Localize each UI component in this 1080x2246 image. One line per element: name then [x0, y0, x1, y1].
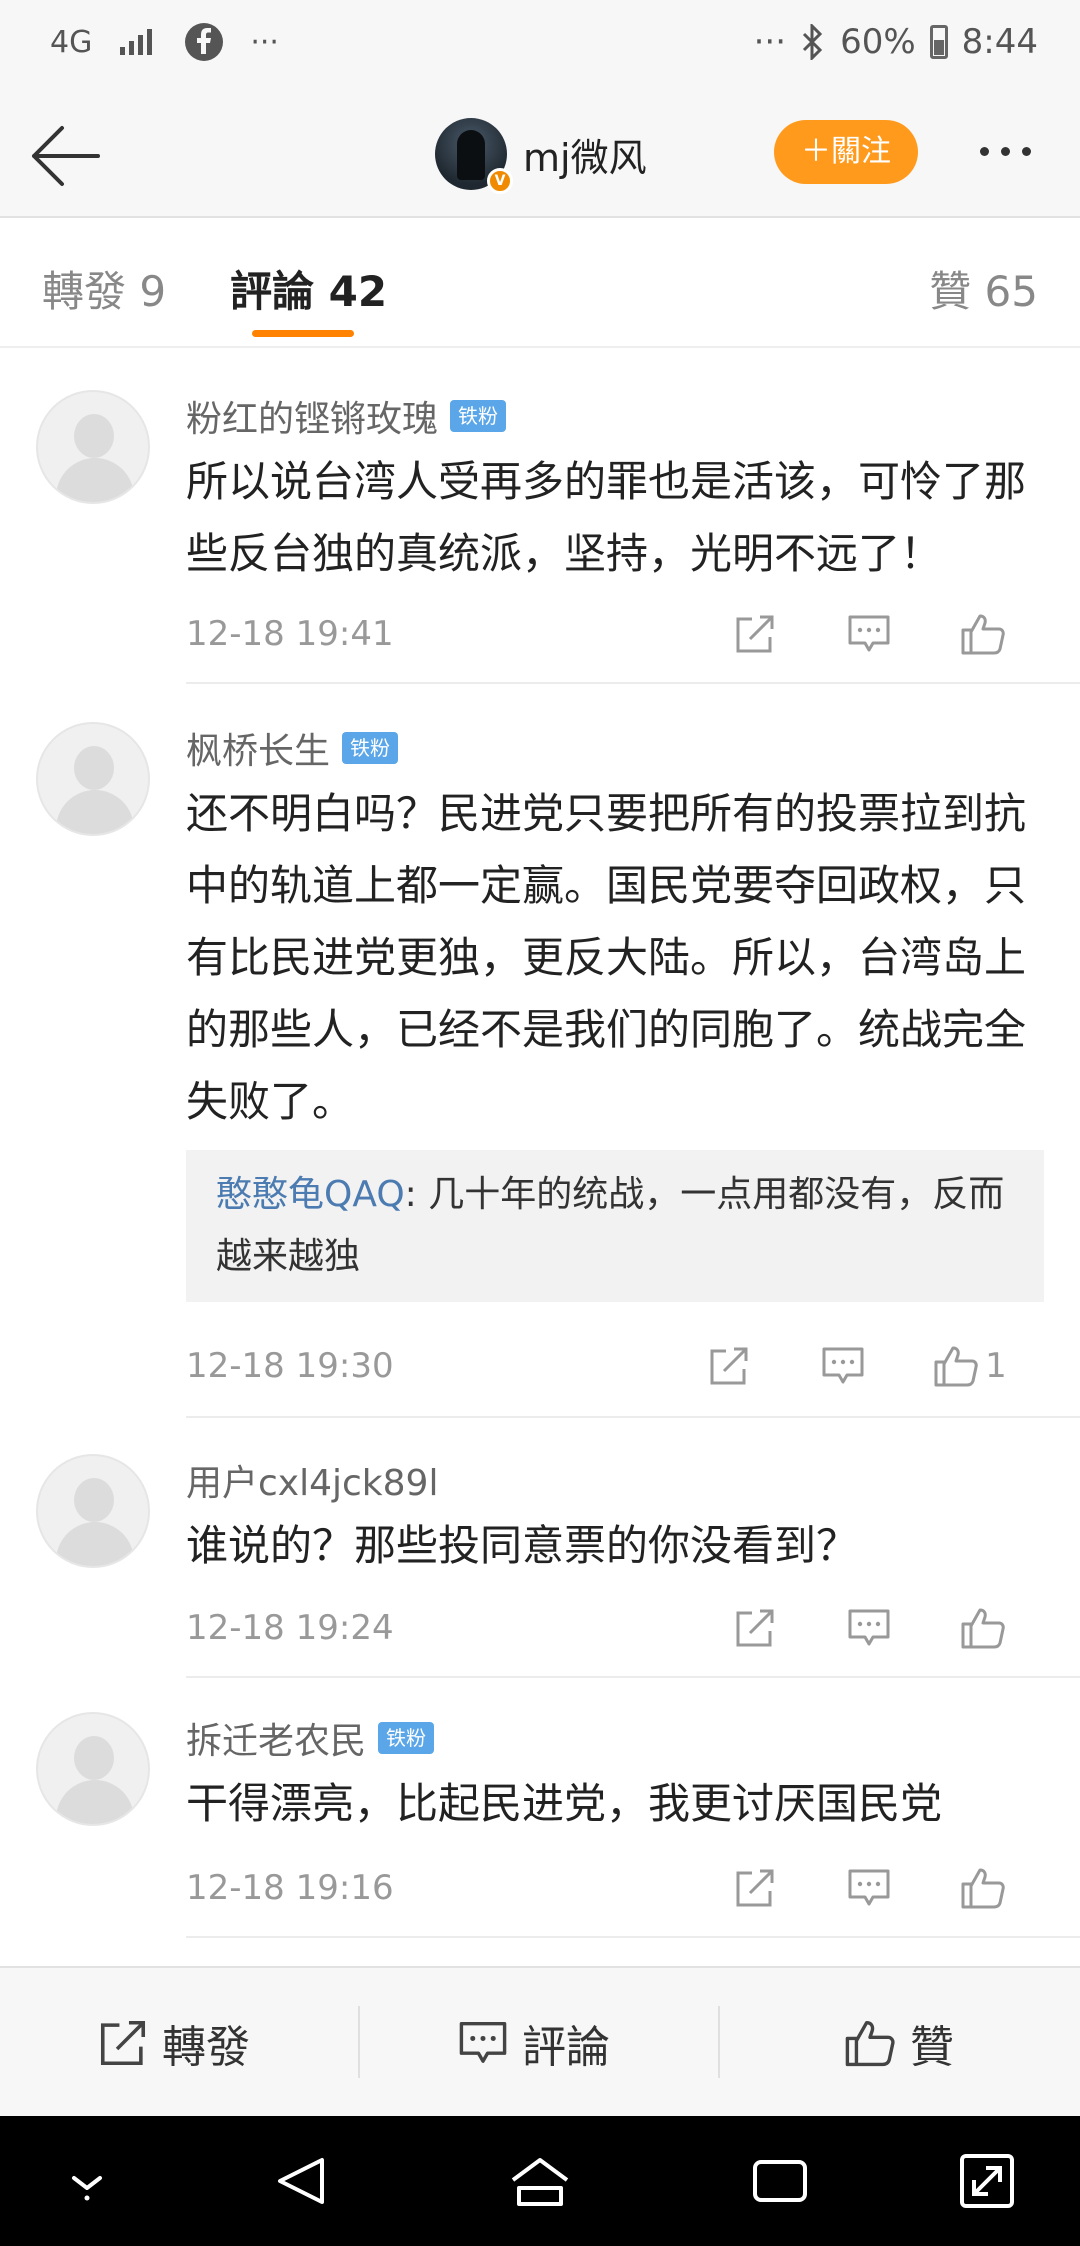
repost-icon[interactable]	[698, 1858, 812, 1918]
repost-icon[interactable]	[672, 1336, 786, 1396]
commenter-avatar[interactable]	[36, 722, 150, 836]
battery-icon	[929, 25, 948, 59]
user-header[interactable]: V mj微风	[435, 118, 647, 194]
verified-badge-icon: V	[487, 168, 513, 194]
username[interactable]: mj微风	[523, 127, 647, 182]
comment-actions	[698, 1598, 1040, 1658]
comment-button[interactable]: 評論	[458, 2012, 610, 2074]
comment-icon[interactable]	[812, 1598, 926, 1658]
clock: 8:44	[961, 22, 1038, 62]
comment-time: 12-18 19:30	[186, 1346, 394, 1386]
comment-divider	[186, 1676, 1080, 1678]
commenter-avatar[interactable]	[36, 1712, 150, 1826]
signal-icon	[120, 29, 153, 55]
fan-badge: 铁粉	[450, 400, 507, 432]
like-label: 贊	[910, 2022, 954, 2073]
like-count: 1	[985, 1346, 1007, 1386]
comment-label: 評論	[522, 2022, 610, 2073]
commenter-name[interactable]: 用户cxl4jck89l	[186, 1454, 438, 1506]
comment-time: 12-18 19:16	[186, 1868, 394, 1908]
recent-apps-icon[interactable]	[745, 2146, 815, 2216]
like-icon	[845, 2020, 895, 2067]
quoted-reply-name[interactable]: 憨憨龟QAQ	[216, 1174, 405, 1215]
repost-icon[interactable]	[698, 604, 812, 664]
repost-button[interactable]: 轉發	[98, 2012, 250, 2074]
commenter-avatar[interactable]	[36, 390, 150, 504]
status-left: 4G ···	[50, 22, 279, 62]
comment-icon[interactable]	[786, 1336, 900, 1396]
comment-text: 谁说的？那些投同意票的你没看到？	[186, 1521, 859, 1570]
comment-icon[interactable]	[812, 604, 926, 664]
facebook-icon	[185, 23, 224, 61]
separator	[358, 2006, 360, 2078]
comment-actions: 1	[672, 1336, 1040, 1396]
home-icon[interactable]	[505, 2146, 575, 2216]
repost-icon	[100, 2020, 146, 2066]
tab-repost[interactable]: 轉發 9	[42, 258, 166, 319]
status-bar: 4G ··· ··· 60% 8:44	[0, 0, 1080, 92]
chevron-down-icon[interactable]	[52, 2146, 122, 2216]
top-header: V mj微风 ＋關注	[0, 92, 1080, 218]
bottom-action-bar: 轉發 評論 贊	[0, 1966, 1080, 2116]
rotate-icon[interactable]	[952, 2146, 1022, 2216]
fan-badge: 铁粉	[342, 732, 399, 764]
comment-time: 12-18 19:24	[186, 1608, 394, 1648]
comment-divider	[186, 1416, 1080, 1418]
comment-actions	[698, 604, 1040, 664]
commenter-name[interactable]: 枫桥长生 铁粉	[186, 722, 399, 774]
status-right: ··· 60% 8:44	[754, 22, 1038, 62]
comment-icon	[459, 2021, 507, 2063]
like-icon[interactable]: 1	[900, 1336, 1040, 1396]
notification-more: ···	[250, 24, 279, 60]
comment-icon[interactable]	[812, 1858, 926, 1918]
comment-divider	[186, 1936, 1080, 1938]
fan-badge: 铁粉	[378, 1722, 435, 1754]
battery-percent: 60%	[840, 22, 916, 62]
back-nav-icon[interactable]	[266, 2146, 336, 2216]
like-button[interactable]: 贊	[844, 2012, 954, 2074]
tab-like[interactable]: 贊 65	[929, 258, 1038, 319]
comment-text: 所以说台湾人受再多的罪也是活该，可怜了那些反台独的真统派，坚持，光明不远了！	[186, 457, 1027, 578]
tab-bar: 轉發 9 評論 42 贊 65	[0, 218, 1080, 348]
user-avatar[interactable]: V	[435, 118, 513, 194]
like-icon[interactable]	[926, 1858, 1040, 1918]
commenter-name-text[interactable]: 拆迁老农民	[186, 1712, 366, 1764]
avatar-figure	[457, 130, 485, 180]
commenter-name[interactable]: 粉红的铿锵玫瑰 铁粉	[186, 390, 507, 442]
like-icon[interactable]	[926, 1598, 1040, 1658]
separator	[718, 2006, 720, 2078]
more-options-icon[interactable]	[980, 147, 1031, 156]
comment-text: 还不明白吗？民进党只要把所有的投票拉到抗中的轨道上都一定赢。国民党要夺回政权，只…	[186, 789, 1027, 1126]
more-status: ···	[753, 22, 787, 62]
commenter-avatar[interactable]	[36, 1454, 150, 1568]
commenter-name-text[interactable]: 粉红的铿锵玫瑰	[186, 390, 438, 442]
active-tab-indicator	[252, 330, 354, 337]
commenter-name-text[interactable]: 枫桥长生	[186, 722, 330, 774]
follow-button[interactable]: ＋關注	[774, 120, 918, 184]
commenter-name-text[interactable]: 用户cxl4jck89l	[186, 1454, 438, 1506]
quoted-reply[interactable]: 憨憨龟QAQ: 几十年的统战，一点用都没有，反而越来越独	[186, 1150, 1044, 1302]
comment-time: 12-18 19:41	[186, 614, 394, 654]
like-icon[interactable]	[926, 604, 1040, 664]
comment-divider	[186, 682, 1080, 684]
repost-icon[interactable]	[698, 1598, 812, 1658]
bluetooth-icon	[803, 24, 823, 60]
back-arrow-icon[interactable]	[28, 118, 108, 194]
tab-comment[interactable]: 評論 42	[230, 258, 387, 319]
repost-label: 轉發	[162, 2022, 250, 2073]
comment-actions	[698, 1858, 1040, 1918]
comment-text: 干得漂亮，比起民进党，我更讨厌国民党	[186, 1779, 943, 1828]
commenter-name[interactable]: 拆迁老农民 铁粉	[186, 1712, 435, 1764]
network-indicator: 4G	[50, 24, 93, 60]
system-nav-bar	[0, 2116, 1080, 2246]
